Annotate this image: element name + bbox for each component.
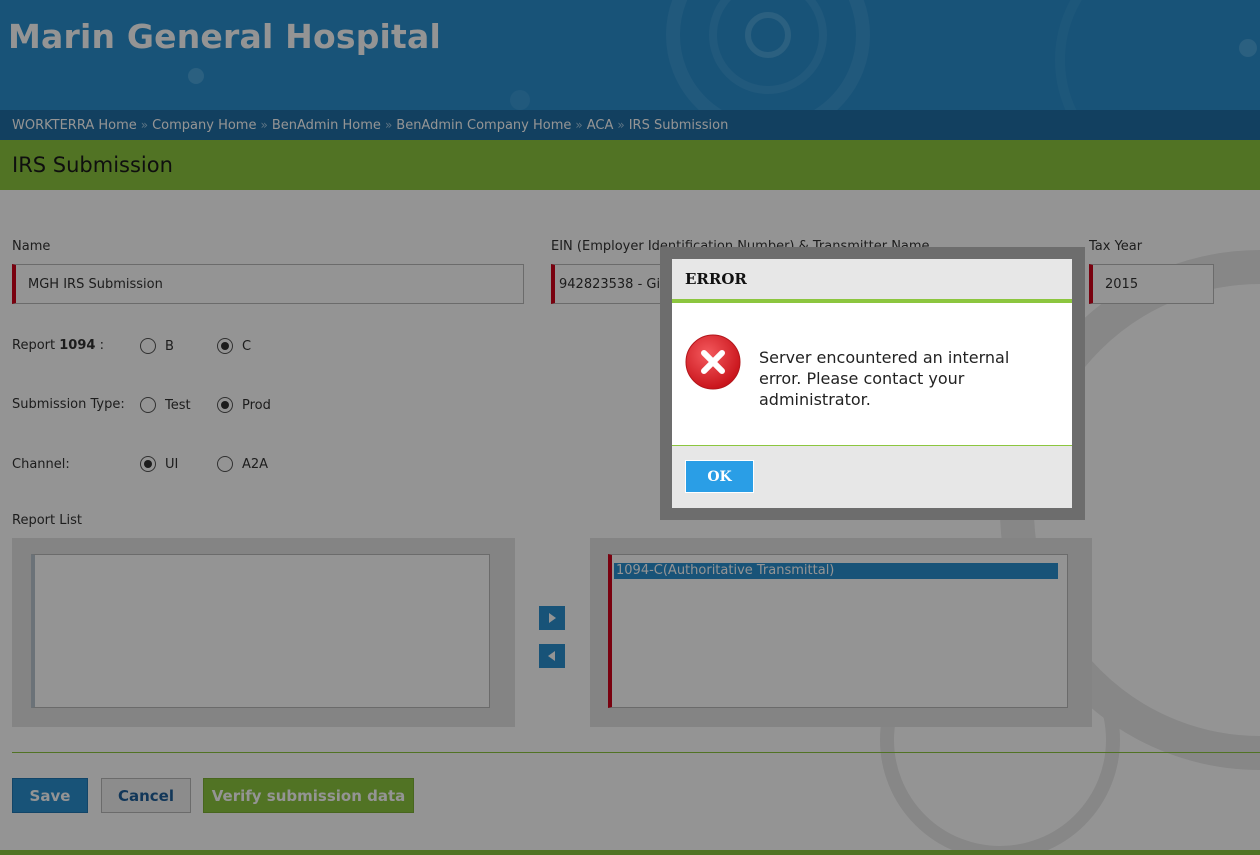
dialog-footer: OK <box>672 446 1072 508</box>
ok-button[interactable]: OK <box>685 460 754 493</box>
dialog-title: ERROR <box>685 270 747 288</box>
dialog-header: ERROR <box>672 259 1072 303</box>
error-x-icon <box>685 334 741 390</box>
error-dialog: ERROR Server encountered an internal err… <box>672 259 1072 508</box>
dialog-message: Server encountered an internal error. Pl… <box>759 348 1010 409</box>
